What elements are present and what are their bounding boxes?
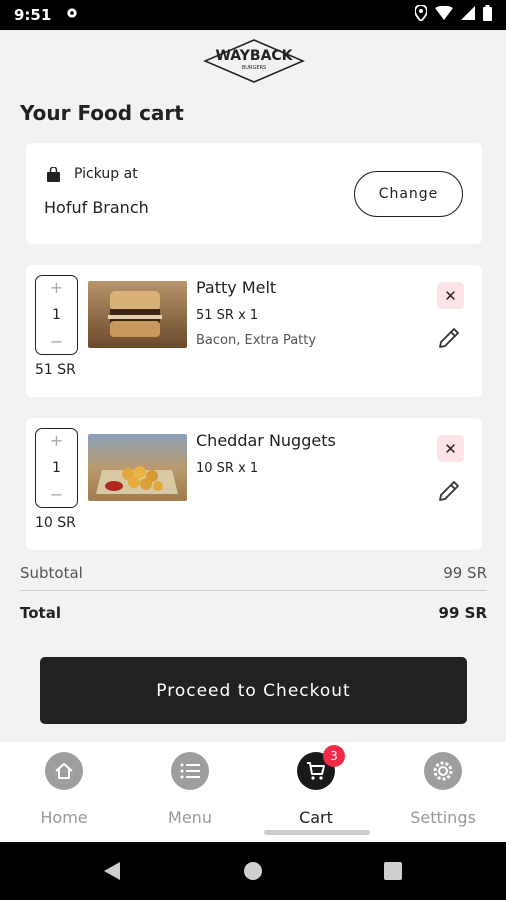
nav-label: Settings — [410, 808, 476, 827]
nav-label: Menu — [168, 808, 212, 827]
location-icon — [414, 4, 428, 25]
brand-logo: WAYBACK BURGERS — [203, 38, 305, 84]
close-icon: ✕ — [444, 286, 457, 305]
total-value: 99 SR — [438, 604, 487, 622]
svg-text:WAYBACK: WAYBACK — [215, 48, 293, 64]
nav-label: Home — [40, 808, 88, 827]
item-name: Patty Melt — [196, 278, 277, 297]
status-time: 9:51 — [14, 6, 52, 24]
item-line-total: 51 SR — [35, 362, 76, 378]
cart-item: + 1 − 10 SR Cheddar Nuggets 10 SR x 1 ✕ — [26, 418, 482, 550]
item-extras: Bacon, Extra Patty — [196, 333, 317, 348]
cart-count-badge: 3 — [323, 745, 345, 767]
nav-item-settings[interactable]: Settings — [388, 752, 498, 827]
pickup-label: Pickup at — [74, 166, 138, 182]
cart-icon: 3 — [297, 745, 345, 790]
remove-item-button[interactable]: ✕ — [437, 435, 464, 462]
close-icon: ✕ — [444, 439, 457, 458]
item-image — [88, 434, 187, 501]
svg-text:BURGERS: BURGERS — [242, 65, 266, 71]
settings-icon — [65, 6, 79, 24]
status-bar: 9:51 — [0, 0, 506, 30]
subtotal-row: Subtotal 99 SR — [20, 564, 487, 582]
cart-item: + 1 − 51 SR Patty Melt 51 SR x 1 Bacon, … — [26, 265, 482, 397]
quantity-value: 1 — [52, 460, 61, 476]
shopping-bag-icon — [46, 166, 61, 182]
decrement-button[interactable]: − — [50, 487, 63, 503]
battery-icon — [483, 5, 492, 25]
item-name: Cheddar Nuggets — [196, 431, 336, 450]
back-icon[interactable] — [102, 861, 122, 885]
signal-icon — [461, 6, 475, 24]
page-title: Your Food cart — [20, 101, 184, 125]
item-unit-price: 51 SR x 1 — [196, 308, 259, 323]
pickup-card: Pickup at Hofuf Branch Change — [26, 143, 482, 244]
status-icons — [414, 4, 492, 25]
remove-item-button[interactable]: ✕ — [437, 282, 464, 309]
bottom-navigation: Home Menu 3 Cart Settings — [0, 742, 506, 842]
home-icon — [45, 752, 83, 790]
decrement-button[interactable]: − — [50, 334, 63, 350]
recents-icon[interactable] — [384, 862, 402, 884]
quantity-stepper: + 1 − — [35, 428, 78, 508]
quantity-stepper: + 1 − — [35, 275, 78, 355]
total-row: Total 99 SR — [20, 604, 487, 622]
list-icon — [171, 752, 209, 790]
quantity-value: 1 — [52, 307, 61, 323]
item-image — [88, 281, 187, 348]
gear-icon — [424, 752, 462, 790]
increment-button[interactable]: + — [50, 433, 63, 449]
change-branch-button[interactable]: Change — [354, 171, 463, 217]
nav-item-cart[interactable]: 3 Cart — [261, 745, 371, 827]
total-label: Total — [20, 604, 61, 622]
nav-label: Cart — [299, 808, 333, 827]
increment-button[interactable]: + — [50, 280, 63, 296]
item-line-total: 10 SR — [35, 515, 76, 531]
branch-name: Hofuf Branch — [44, 198, 149, 217]
summary-divider — [20, 590, 487, 591]
wifi-icon — [435, 5, 453, 24]
subtotal-value: 99 SR — [443, 564, 487, 582]
item-unit-price: 10 SR x 1 — [196, 461, 259, 476]
nav-item-home[interactable]: Home — [9, 752, 119, 827]
nav-item-menu[interactable]: Menu — [135, 752, 245, 827]
home-button-icon[interactable] — [243, 861, 263, 885]
system-navigation-bar — [0, 842, 506, 900]
edit-icon[interactable] — [436, 325, 462, 351]
active-tab-indicator — [264, 830, 370, 835]
subtotal-label: Subtotal — [20, 564, 83, 582]
proceed-to-checkout-button[interactable]: Proceed to Checkout — [40, 657, 467, 724]
edit-icon[interactable] — [436, 478, 462, 504]
